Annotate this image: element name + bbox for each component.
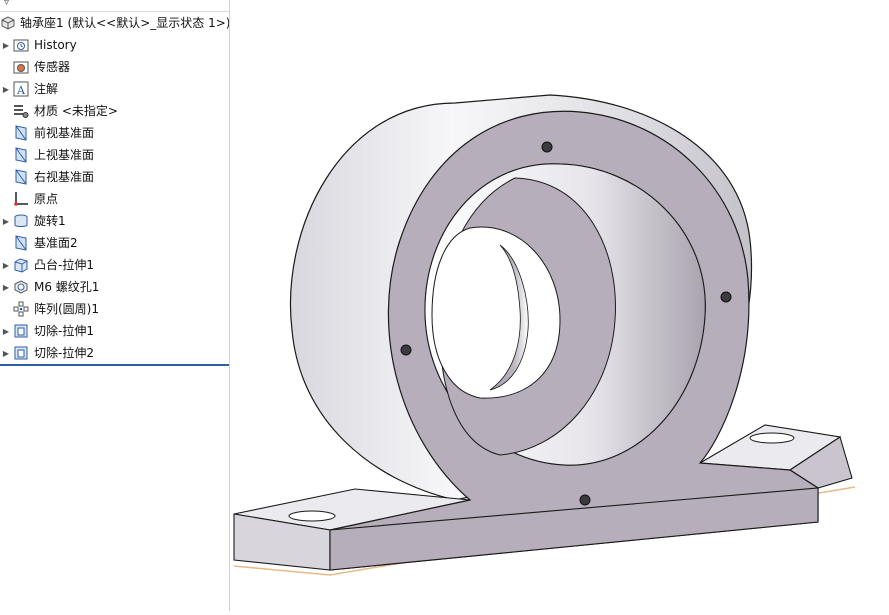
- history-folder-icon: [12, 36, 30, 54]
- revolve-icon: [12, 212, 30, 230]
- left-foot-hole: [288, 510, 336, 522]
- expand-arrow-icon[interactable]: ▶: [0, 349, 12, 358]
- tree-item-label: 基准面2: [34, 236, 78, 250]
- tree-item-5[interactable]: 上视基准面: [0, 145, 228, 165]
- material-icon: [12, 102, 30, 120]
- part-icon: [0, 14, 16, 32]
- tree-item-label: 阵列(圆周)1: [34, 302, 99, 316]
- filter-icon[interactable]: ▿: [4, 0, 9, 9]
- tree-item-13[interactable]: ▶ 切除-拉伸1: [0, 321, 228, 341]
- tree-item-label: History: [34, 38, 77, 52]
- annotation-icon: A: [12, 80, 30, 98]
- tree-item-0[interactable]: ▶ History: [0, 35, 228, 55]
- hole-wizard-icon: [12, 278, 30, 296]
- tree-item-label: 旋转1: [34, 214, 66, 228]
- rollback-bar[interactable]: [0, 364, 229, 366]
- tree-item-label: M6 螺纹孔1: [34, 280, 100, 294]
- tree-item-label: 注解: [34, 82, 59, 96]
- tree-item-8[interactable]: ▶ 旋转1: [0, 211, 228, 231]
- plane-icon: [12, 234, 30, 252]
- tapped-hole-bottom: [579, 494, 591, 506]
- tree-item-7[interactable]: 原点: [0, 189, 228, 209]
- expand-arrow-icon[interactable]: ▶: [0, 327, 12, 336]
- tree-item-label: 切除-拉伸2: [34, 346, 94, 360]
- tree-item-label: 凸台-拉伸1: [34, 258, 94, 272]
- tree-item-label: 上视基准面: [34, 148, 95, 162]
- svg-text:A: A: [16, 84, 26, 97]
- tree-item-4[interactable]: 前视基准面: [0, 123, 228, 143]
- tree-item-12[interactable]: 阵列(圆周)1: [0, 299, 228, 319]
- tree-root-part[interactable]: 轴承座1 (默认<<默认>_显示状态 1>): [0, 13, 230, 33]
- sensor-folder-icon: [12, 58, 30, 76]
- tree-item-label: 材质 <未指定>: [34, 104, 118, 118]
- tree-item-10[interactable]: ▶ 凸台-拉伸1: [0, 255, 228, 275]
- tree-item-label: 切除-拉伸1: [34, 324, 94, 338]
- graphics-viewport[interactable]: [231, 0, 889, 611]
- tree-item-label: 原点: [34, 192, 59, 206]
- tree-item-label: 传感器: [34, 60, 71, 74]
- plane-icon: [12, 168, 30, 186]
- tree-item-2[interactable]: ▶ A 注解: [0, 79, 228, 99]
- bearing-housing-model: [233, 94, 856, 576]
- expand-arrow-icon[interactable]: ▶: [0, 41, 12, 50]
- expand-arrow-icon[interactable]: ▶: [0, 85, 12, 94]
- tree-item-label: 轴承座1 (默认<<默认>_显示状态 1>): [20, 16, 230, 30]
- tree-item-label: 前视基准面: [34, 126, 95, 140]
- tree-item-1[interactable]: 传感器: [0, 57, 228, 77]
- tree-item-11[interactable]: ▶ M6 螺纹孔1: [0, 277, 228, 297]
- plane-icon: [12, 124, 30, 142]
- tapped-hole-top: [541, 141, 553, 153]
- feature-manager-tree: ▿ 轴承座1 (默认<<默认>_显示状态 1>) ▶ History 传感器 ▶ A 注解材…: [0, 0, 230, 611]
- circular-pattern-icon: [12, 300, 30, 318]
- cut-extrude-icon: [12, 322, 30, 340]
- tree-item-label: 右视基准面: [34, 170, 95, 184]
- plane-icon: [12, 146, 30, 164]
- tree-item-3[interactable]: 材质 <未指定>: [0, 101, 228, 121]
- boss-extrude-icon: [12, 256, 30, 274]
- filter-row: ▿: [0, 0, 229, 12]
- tapped-hole-left: [400, 344, 412, 356]
- tapped-hole-right: [720, 291, 732, 303]
- tree-item-14[interactable]: ▶ 切除-拉伸2: [0, 343, 228, 363]
- expand-arrow-icon[interactable]: ▶: [0, 217, 12, 226]
- expand-arrow-icon[interactable]: ▶: [0, 261, 12, 270]
- cut-extrude-icon: [12, 344, 30, 362]
- tree-item-9[interactable]: 基准面2: [0, 233, 228, 253]
- expand-arrow-icon[interactable]: ▶: [0, 283, 12, 292]
- right-foot-hole: [749, 432, 795, 444]
- origin-icon: [12, 190, 30, 208]
- tree-item-6[interactable]: 右视基准面: [0, 167, 228, 187]
